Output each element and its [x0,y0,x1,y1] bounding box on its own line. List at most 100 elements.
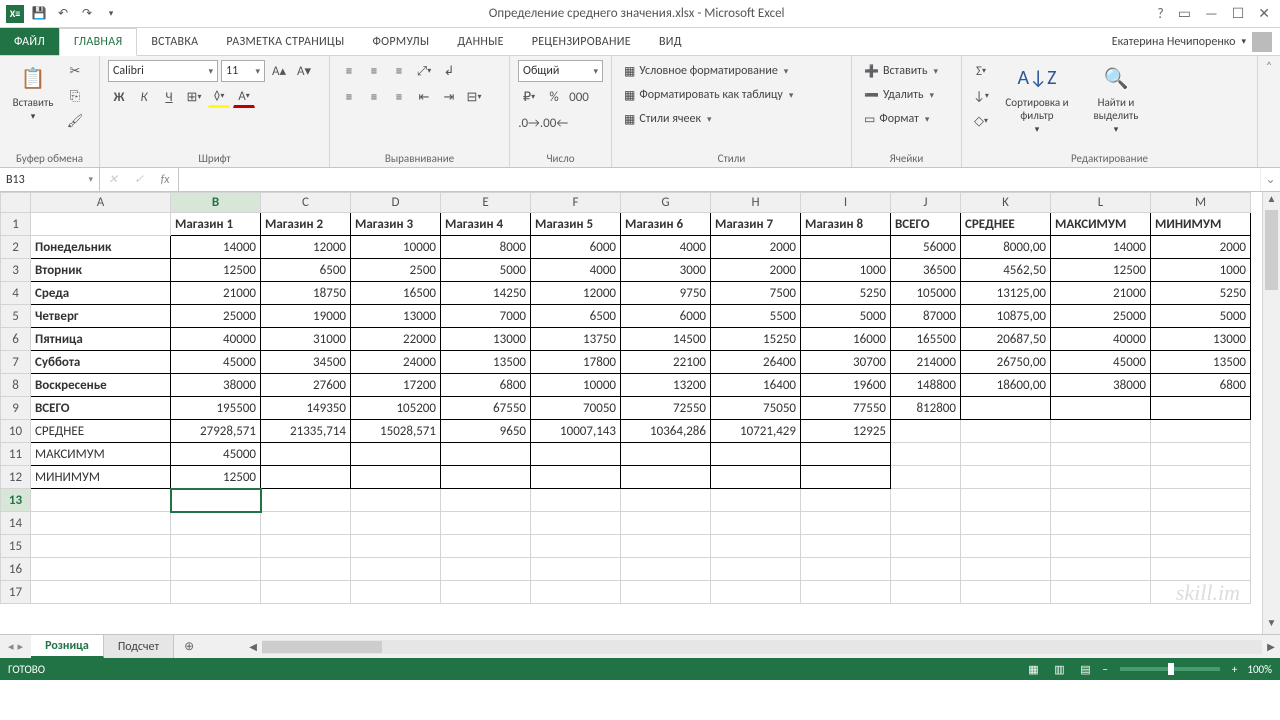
cell-G4[interactable]: 9750 [621,282,711,305]
cell-B12[interactable]: 12500 [171,466,261,489]
cell-A8[interactable]: Воскресенье [31,374,171,397]
cell-H5[interactable]: 5500 [711,305,801,328]
help-icon[interactable]: ? [1157,5,1164,22]
cell-A4[interactable]: Среда [31,282,171,305]
sheet-tab-1[interactable]: Подсчет [104,635,174,658]
tab-file[interactable]: ФАЙЛ [0,28,59,55]
cell-J9[interactable]: 812800 [891,397,961,420]
cell-C4[interactable]: 18750 [261,282,351,305]
cell-K11[interactable] [961,443,1051,466]
cell-A9[interactable]: ВСЕГО [31,397,171,420]
percent-format-icon[interactable]: % [543,86,565,108]
cell-J8[interactable]: 148800 [891,374,961,397]
cell-K4[interactable]: 13125,00 [961,282,1051,305]
cell-M4[interactable]: 5250 [1151,282,1251,305]
cell-K12[interactable] [961,466,1051,489]
cell-E10[interactable]: 9650 [441,420,531,443]
cell-G9[interactable]: 72550 [621,397,711,420]
cell-E1[interactable]: Магазин 4 [441,213,531,236]
cell-H10[interactable]: 10721,429 [711,420,801,443]
cell-E4[interactable]: 14250 [441,282,531,305]
row-header-10[interactable]: 10 [1,420,31,443]
ribbon-options-icon[interactable]: ▭ [1178,5,1191,22]
cell-M11[interactable] [1151,443,1251,466]
increase-indent-icon[interactable]: ⇥ [438,86,460,108]
insert-cells-button[interactable]: ➕Вставить▾ [860,60,942,82]
cell-F1[interactable]: Магазин 5 [531,213,621,236]
cell-B16[interactable] [171,558,261,581]
cell-G11[interactable] [621,443,711,466]
cell-I11[interactable] [801,443,891,466]
cell-C16[interactable] [261,558,351,581]
col-header-M[interactable]: M [1151,193,1251,213]
normal-view-icon[interactable]: ▦ [1020,660,1046,678]
row-header-6[interactable]: 6 [1,328,31,351]
cell-M2[interactable]: 2000 [1151,236,1251,259]
cell-H2[interactable]: 2000 [711,236,801,259]
tab-вставка[interactable]: ВСТАВКА [137,28,212,55]
cell-D11[interactable] [351,443,441,466]
cell-G1[interactable]: Магазин 6 [621,213,711,236]
cell-J17[interactable] [891,581,961,604]
cell-F15[interactable] [531,535,621,558]
page-layout-view-icon[interactable]: ▥ [1046,660,1072,678]
cell-E14[interactable] [441,512,531,535]
save-icon[interactable]: 💾 [30,5,48,23]
cell-D3[interactable]: 2500 [351,259,441,282]
cell-F14[interactable] [531,512,621,535]
merge-center-icon[interactable]: ⊟▾ [463,86,485,108]
cell-D13[interactable] [351,489,441,512]
clear-icon[interactable]: ◇▾ [970,110,992,132]
cell-E11[interactable] [441,443,531,466]
cell-D10[interactable]: 15028,571 [351,420,441,443]
cell-B4[interactable]: 21000 [171,282,261,305]
cell-A1[interactable] [31,213,171,236]
cell-I10[interactable]: 12925 [801,420,891,443]
col-header-D[interactable]: D [351,193,441,213]
cell-A7[interactable]: Суббота [31,351,171,374]
col-header-G[interactable]: G [621,193,711,213]
expand-formula-bar-icon[interactable]: ⌄ [1260,168,1280,191]
cell-M9[interactable] [1151,397,1251,420]
scroll-down-icon[interactable]: ▼ [1263,616,1280,634]
horizontal-scrollbar[interactable]: ◀ ▶ [244,635,1280,658]
cell-G14[interactable] [621,512,711,535]
cell-J11[interactable] [891,443,961,466]
cell-C10[interactable]: 21335,714 [261,420,351,443]
tab-разметка страницы[interactable]: РАЗМЕТКА СТРАНИЦЫ [212,28,358,55]
zoom-in-icon[interactable]: + [1228,663,1241,676]
cell-M13[interactable] [1151,489,1251,512]
zoom-slider[interactable] [1120,667,1220,671]
select-all-corner[interactable] [1,193,31,213]
align-bottom-icon[interactable]: ≡ [388,60,410,82]
cell-C11[interactable] [261,443,351,466]
cell-styles-button[interactable]: ▦Стили ячеек▾ [620,108,716,130]
col-header-I[interactable]: I [801,193,891,213]
cell-L4[interactable]: 21000 [1051,282,1151,305]
cell-A13[interactable] [31,489,171,512]
tab-рецензирование[interactable]: РЕЦЕНЗИРОВАНИЕ [518,28,645,55]
cell-D5[interactable]: 13000 [351,305,441,328]
row-header-8[interactable]: 8 [1,374,31,397]
cell-F2[interactable]: 6000 [531,236,621,259]
cell-L5[interactable]: 25000 [1051,305,1151,328]
cell-D4[interactable]: 16500 [351,282,441,305]
cell-I6[interactable]: 16000 [801,328,891,351]
cell-L3[interactable]: 12500 [1051,259,1151,282]
cell-M16[interactable] [1151,558,1251,581]
cell-K5[interactable]: 10875,00 [961,305,1051,328]
cell-I9[interactable]: 77550 [801,397,891,420]
cell-I14[interactable] [801,512,891,535]
cell-B14[interactable] [171,512,261,535]
increase-decimal-icon[interactable]: .0→ [518,112,540,134]
underline-button[interactable]: Ч [158,86,180,108]
increase-font-icon[interactable]: A▴ [268,60,290,82]
col-header-H[interactable]: H [711,193,801,213]
cell-E15[interactable] [441,535,531,558]
account-user[interactable]: Екатерина Нечипоренко ▾ [1104,28,1280,55]
cell-I5[interactable]: 5000 [801,305,891,328]
row-header-9[interactable]: 9 [1,397,31,420]
sheet-tab-0[interactable]: Розница [31,635,104,658]
cell-G13[interactable] [621,489,711,512]
align-center-icon[interactable]: ≡ [363,86,385,108]
